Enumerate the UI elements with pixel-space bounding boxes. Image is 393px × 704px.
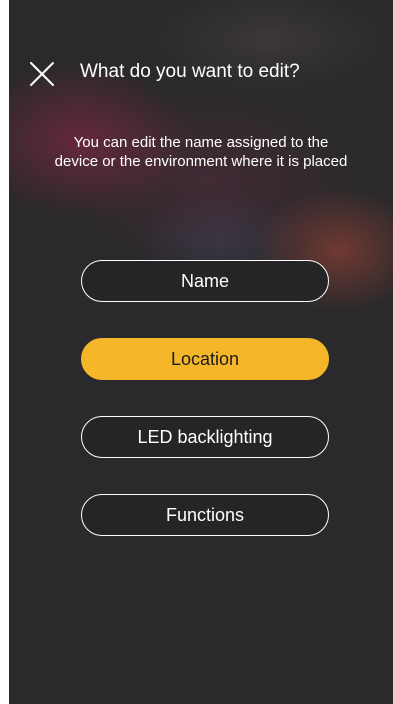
edit-screen: What do you want to edit? You can edit t… xyxy=(9,0,393,704)
name-button[interactable]: Name xyxy=(81,260,329,302)
header: What do you want to edit? xyxy=(9,52,393,92)
description-line-1: You can edit the name assigned to the xyxy=(73,134,329,151)
description-line-2: device or the environment where it is pl… xyxy=(54,153,348,170)
close-icon xyxy=(30,62,54,86)
led-backlighting-button[interactable]: LED backlighting xyxy=(81,416,329,458)
page-title: What do you want to edit? xyxy=(80,61,300,82)
description-text: You can edit the name assigned to the de… xyxy=(9,133,393,171)
close-button[interactable] xyxy=(27,59,57,89)
functions-button[interactable]: Functions xyxy=(81,494,329,536)
location-button[interactable]: Location xyxy=(81,338,329,380)
